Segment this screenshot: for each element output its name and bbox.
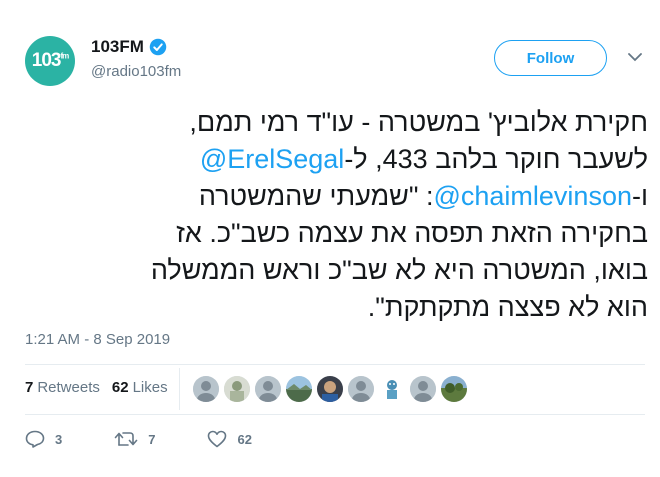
display-name[interactable]: 103FM (91, 37, 144, 57)
liker-avatar[interactable] (410, 376, 436, 402)
tweet-text: חקירת אלוביץ' במשטרה - עו"ד רמי תמם, לשע… (25, 104, 648, 326)
liker-avatars (193, 376, 472, 402)
likes-label: Likes (132, 379, 168, 396)
mention-link[interactable]: @ErelSegal (200, 144, 344, 174)
tweet-timestamp[interactable]: 1:21 AM - 8 Sep 2019 (25, 331, 170, 348)
stats-separator (179, 368, 180, 410)
retweets-stat[interactable]: 7 Retweets (25, 379, 100, 396)
account-handle[interactable]: @radio103fm (91, 63, 181, 80)
verified-badge-icon (149, 38, 167, 56)
liker-avatar[interactable] (348, 376, 374, 402)
mention-link[interactable]: @chaimlevinson (433, 181, 632, 211)
liker-avatar[interactable] (379, 376, 405, 402)
liker-avatar[interactable] (441, 376, 467, 402)
tweet-line: בחקירה הזאת תפסה את עצמה כשב"כ. אז (176, 218, 648, 248)
divider (25, 364, 645, 365)
tweet-actions: 3 7 62 (25, 430, 304, 448)
engagement-stats: 7 Retweets 62 Likes (25, 379, 180, 396)
reply-count: 3 (55, 431, 63, 447)
retweets-label: Retweets (37, 379, 100, 396)
account-avatar[interactable]: 103fm (25, 36, 75, 86)
retweets-count: 7 (25, 379, 34, 396)
divider (25, 414, 645, 415)
liker-avatar[interactable] (286, 376, 312, 402)
tweet-line: הוא לא פצצה מתקתקת". (367, 292, 648, 322)
likes-count: 62 (111, 379, 129, 396)
tweet-line: חקירת אלוביץ' במשטרה - עו"ד רמי תמם, (189, 107, 648, 137)
liker-avatar[interactable] (255, 376, 281, 402)
follow-button[interactable]: Follow (494, 40, 607, 76)
chevron-down-icon[interactable] (628, 52, 642, 62)
reply-action[interactable]: 3 (25, 430, 62, 448)
like-action[interactable]: 62 (207, 430, 252, 448)
retweet-action[interactable]: 7 (114, 430, 155, 448)
tweet-line: ו-@chaimlevinson: "שמעתי שהמשטרה (198, 181, 648, 211)
liker-avatar[interactable] (317, 376, 343, 402)
retweet-icon (114, 432, 138, 446)
heart-icon (208, 430, 227, 448)
reply-icon (25, 430, 45, 448)
liker-avatar[interactable] (193, 376, 219, 402)
like-count: 62 (237, 431, 252, 447)
avatar-logo-text: 103fm (31, 50, 69, 71)
tweet-line: בואו, המשטרה היא לא שב"כ וראש הממשלה (150, 255, 648, 285)
retweet-count: 7 (148, 431, 156, 447)
liker-avatar[interactable] (224, 376, 250, 402)
likes-stat[interactable]: 62 Likes (112, 379, 168, 396)
tweet-line: לשעבר חוקר בלהב 433, ל-@ErelSegal (199, 144, 648, 174)
account-name-row[interactable]: 103FM (91, 37, 167, 57)
